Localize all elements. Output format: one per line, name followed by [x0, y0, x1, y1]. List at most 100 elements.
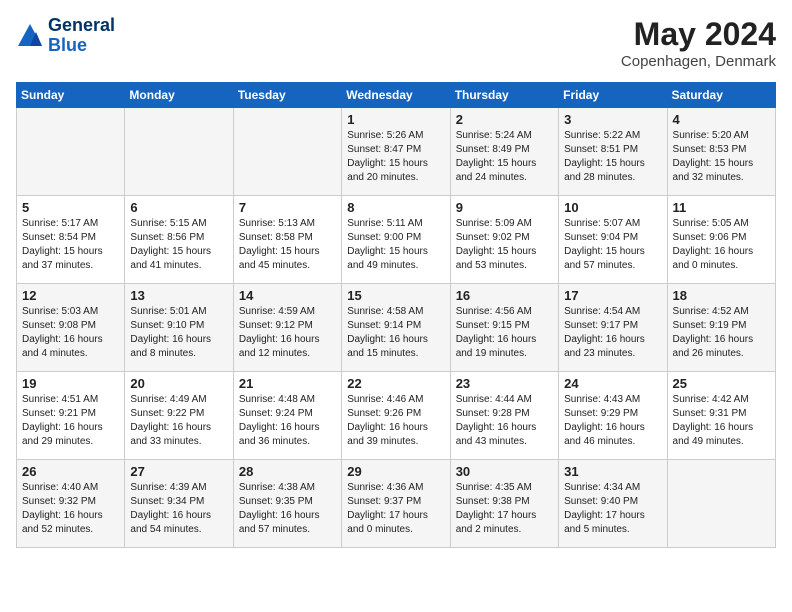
calendar-cell: 12 Sunrise: 5:03 AM Sunset: 9:08 PM Dayli… — [17, 284, 125, 372]
day-number: 12 — [22, 288, 119, 303]
calendar-cell — [125, 108, 233, 196]
day-number: 25 — [673, 376, 770, 391]
day-number: 18 — [673, 288, 770, 303]
day-number: 26 — [22, 464, 119, 479]
calendar-cell: 1 Sunrise: 5:26 AM Sunset: 8:47 PM Daylig… — [342, 108, 450, 196]
day-number: 30 — [456, 464, 553, 479]
calendar-cell: 11Sunrise: 5:05 AM Sunset: 9:06 PM Dayli… — [667, 196, 775, 284]
day-info: Sunrise: 5:09 AM Sunset: 9:02 PM Dayligh… — [456, 217, 553, 273]
calendar-cell: 15 Sunrise: 4:58 AM Sunset: 9:14 PM Dayli… — [342, 284, 450, 372]
day-info: Sunrise: 4:40 AM Sunset: 9:32 PM Dayligh… — [22, 481, 119, 537]
logo-blue: Blue — [48, 35, 87, 55]
day-info: Sunrise: 4:44 AM Sunset: 9:28 PM Dayligh… — [456, 393, 553, 449]
day-number: 21 — [239, 376, 336, 391]
day-info: Sunrise: 4:43 AM Sunset: 9:29 PM Dayligh… — [564, 393, 661, 449]
weekday-header-thursday: Thursday — [450, 83, 558, 108]
calendar-cell: 28 Sunrise: 4:38 AM Sunset: 9:35 PM Dayli… — [233, 460, 341, 548]
weekday-header-saturday: Saturday — [667, 83, 775, 108]
calendar-cell: 5Sunrise: 5:17 AM Sunset: 8:54 PM Daylig… — [17, 196, 125, 284]
calendar-cell: 19 Sunrise: 4:51 AM Sunset: 9:21 PM Dayli… — [17, 372, 125, 460]
day-number: 16 — [456, 288, 553, 303]
calendar-cell: 25 Sunrise: 4:42 AM Sunset: 9:31 PM Dayli… — [667, 372, 775, 460]
weekday-header-wednesday: Wednesday — [342, 83, 450, 108]
calendar-cell: 3 Sunrise: 5:22 AM Sunset: 8:51 PM Daylig… — [559, 108, 667, 196]
logo-general: General — [48, 15, 115, 35]
week-row-5: 26 Sunrise: 4:40 AM Sunset: 9:32 PM Dayli… — [17, 460, 776, 548]
day-number: 15 — [347, 288, 444, 303]
day-number: 19 — [22, 376, 119, 391]
week-row-2: 5Sunrise: 5:17 AM Sunset: 8:54 PM Daylig… — [17, 196, 776, 284]
weekday-header-sunday: Sunday — [17, 83, 125, 108]
page-header: General Blue May 2024 Copenhagen, Denmar… — [16, 16, 776, 70]
day-number: 14 — [239, 288, 336, 303]
day-info: Sunrise: 5:26 AM Sunset: 8:47 PM Dayligh… — [347, 129, 444, 185]
day-number: 7 — [239, 200, 336, 215]
day-number: 11 — [673, 200, 770, 215]
day-info: Sunrise: 5:20 AM Sunset: 8:53 PM Dayligh… — [673, 129, 770, 185]
day-info: Sunrise: 5:17 AM Sunset: 8:54 PM Dayligh… — [22, 217, 119, 273]
day-number: 17 — [564, 288, 661, 303]
calendar-cell: 4 Sunrise: 5:20 AM Sunset: 8:53 PM Daylig… — [667, 108, 775, 196]
calendar-cell: 18Sunrise: 4:52 AM Sunset: 9:19 PM Dayli… — [667, 284, 775, 372]
logo: General Blue — [16, 16, 115, 56]
calendar-cell: 14 Sunrise: 4:59 AM Sunset: 9:12 PM Dayli… — [233, 284, 341, 372]
day-number: 23 — [456, 376, 553, 391]
calendar-cell: 13 Sunrise: 5:01 AM Sunset: 9:10 PM Dayli… — [125, 284, 233, 372]
calendar-cell: 30Sunrise: 4:35 AM Sunset: 9:38 PM Dayli… — [450, 460, 558, 548]
day-number: 31 — [564, 464, 661, 479]
weekday-header-friday: Friday — [559, 83, 667, 108]
calendar-cell — [233, 108, 341, 196]
week-row-4: 19 Sunrise: 4:51 AM Sunset: 9:21 PM Dayli… — [17, 372, 776, 460]
month-title: May 2024 — [621, 16, 776, 53]
day-info: Sunrise: 4:46 AM Sunset: 9:26 PM Dayligh… — [347, 393, 444, 449]
day-info: Sunrise: 5:22 AM Sunset: 8:51 PM Dayligh… — [564, 129, 661, 185]
day-info: Sunrise: 5:01 AM Sunset: 9:10 PM Dayligh… — [130, 305, 227, 361]
calendar-cell: 21 Sunrise: 4:48 AM Sunset: 9:24 PM Dayli… — [233, 372, 341, 460]
weekday-header-tuesday: Tuesday — [233, 83, 341, 108]
day-info: Sunrise: 4:49 AM Sunset: 9:22 PM Dayligh… — [130, 393, 227, 449]
day-number: 6 — [130, 200, 227, 215]
day-info: Sunrise: 5:03 AM Sunset: 9:08 PM Dayligh… — [22, 305, 119, 361]
day-number: 3 — [564, 112, 661, 127]
day-number: 27 — [130, 464, 227, 479]
day-number: 10 — [564, 200, 661, 215]
day-info: Sunrise: 5:11 AM Sunset: 9:00 PM Dayligh… — [347, 217, 444, 273]
day-info: Sunrise: 4:58 AM Sunset: 9:14 PM Dayligh… — [347, 305, 444, 361]
day-info: Sunrise: 4:42 AM Sunset: 9:31 PM Dayligh… — [673, 393, 770, 449]
calendar-cell: 23 Sunrise: 4:44 AM Sunset: 9:28 PM Dayli… — [450, 372, 558, 460]
day-number: 13 — [130, 288, 227, 303]
day-number: 9 — [456, 200, 553, 215]
calendar-cell: 10Sunrise: 5:07 AM Sunset: 9:04 PM Dayli… — [559, 196, 667, 284]
calendar-cell — [17, 108, 125, 196]
day-number: 28 — [239, 464, 336, 479]
day-info: Sunrise: 4:56 AM Sunset: 9:15 PM Dayligh… — [456, 305, 553, 361]
day-number: 24 — [564, 376, 661, 391]
day-number: 29 — [347, 464, 444, 479]
calendar-cell: 9 Sunrise: 5:09 AM Sunset: 9:02 PM Daylig… — [450, 196, 558, 284]
calendar-cell: 17 Sunrise: 4:54 AM Sunset: 9:17 PM Dayli… — [559, 284, 667, 372]
day-info: Sunrise: 4:51 AM Sunset: 9:21 PM Dayligh… — [22, 393, 119, 449]
day-info: Sunrise: 5:24 AM Sunset: 8:49 PM Dayligh… — [456, 129, 553, 185]
day-info: Sunrise: 5:15 AM Sunset: 8:56 PM Dayligh… — [130, 217, 227, 273]
calendar-cell: 6 Sunrise: 5:15 AM Sunset: 8:56 PM Daylig… — [125, 196, 233, 284]
calendar-cell: 26 Sunrise: 4:40 AM Sunset: 9:32 PM Dayli… — [17, 460, 125, 548]
calendar-cell — [667, 460, 775, 548]
calendar-cell: 27Sunrise: 4:39 AM Sunset: 9:34 PM Dayli… — [125, 460, 233, 548]
calendar-cell: 8 Sunrise: 5:11 AM Sunset: 9:00 PM Daylig… — [342, 196, 450, 284]
week-row-1: 1 Sunrise: 5:26 AM Sunset: 8:47 PM Daylig… — [17, 108, 776, 196]
day-info: Sunrise: 4:48 AM Sunset: 9:24 PM Dayligh… — [239, 393, 336, 449]
day-info: Sunrise: 4:54 AM Sunset: 9:17 PM Dayligh… — [564, 305, 661, 361]
calendar-table: SundayMondayTuesdayWednesdayThursdayFrid… — [16, 82, 776, 548]
location: Copenhagen, Denmark — [621, 53, 776, 70]
calendar-cell: 31Sunrise: 4:34 AM Sunset: 9:40 PM Dayli… — [559, 460, 667, 548]
calendar-cell: 29Sunrise: 4:36 AM Sunset: 9:37 PM Dayli… — [342, 460, 450, 548]
day-number: 4 — [673, 112, 770, 127]
day-number: 22 — [347, 376, 444, 391]
day-number: 8 — [347, 200, 444, 215]
day-info: Sunrise: 4:59 AM Sunset: 9:12 PM Dayligh… — [239, 305, 336, 361]
day-number: 1 — [347, 112, 444, 127]
calendar-cell: 24 Sunrise: 4:43 AM Sunset: 9:29 PM Dayli… — [559, 372, 667, 460]
weekday-header-row: SundayMondayTuesdayWednesdayThursdayFrid… — [17, 83, 776, 108]
day-info: Sunrise: 4:38 AM Sunset: 9:35 PM Dayligh… — [239, 481, 336, 537]
calendar-cell: 20Sunrise: 4:49 AM Sunset: 9:22 PM Dayli… — [125, 372, 233, 460]
